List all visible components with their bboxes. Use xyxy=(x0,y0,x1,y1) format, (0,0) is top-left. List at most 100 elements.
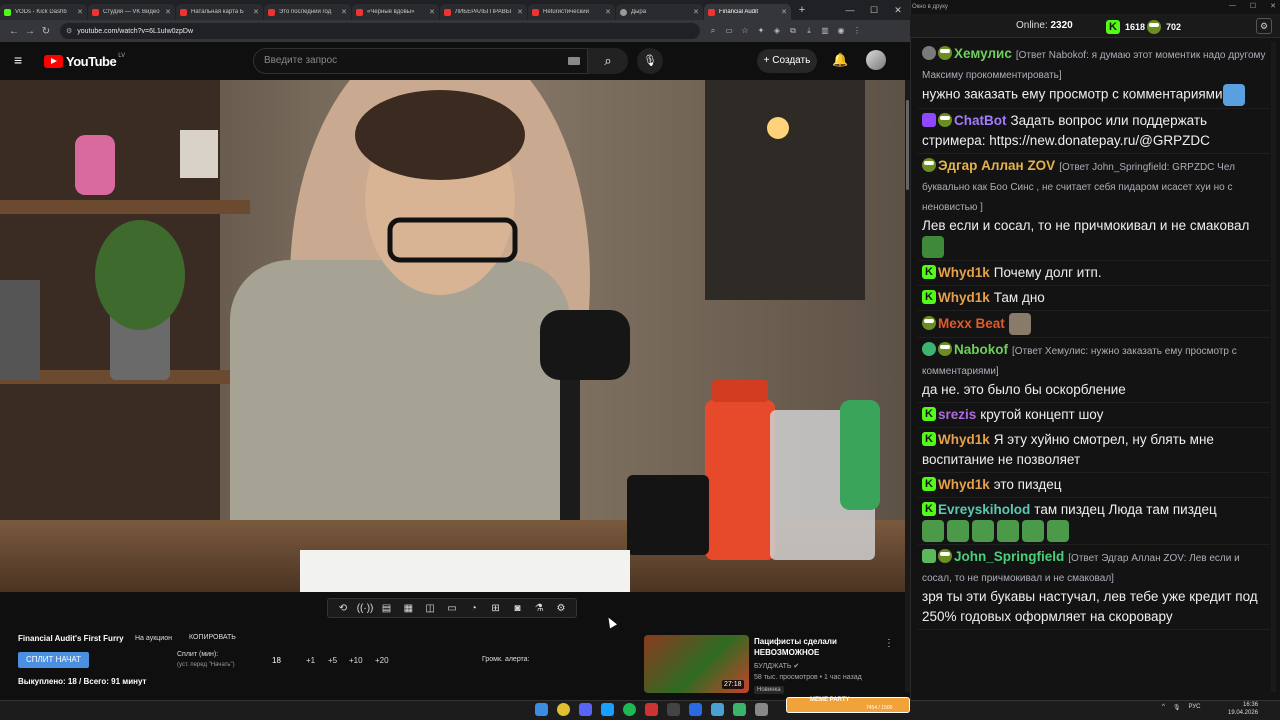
obs-icon[interactable] xyxy=(645,703,658,716)
keyboard-icon[interactable] xyxy=(568,57,580,65)
copy-button[interactable]: КОПИРОВАТЬ xyxy=(189,634,236,641)
search-input[interactable]: Введите запрос xyxy=(253,48,588,74)
forward-button[interactable]: → xyxy=(22,26,38,37)
search-button[interactable]: ⌕ xyxy=(588,48,628,74)
profile-icon[interactable]: ◉ xyxy=(836,26,846,36)
increment-button[interactable]: +10 xyxy=(349,656,363,665)
speed-icon[interactable]: ◔ xyxy=(466,603,482,614)
spotify-icon[interactable] xyxy=(623,703,636,716)
chat-username[interactable]: Evreyskiholod xyxy=(938,502,1030,517)
language-indicator[interactable]: РУС xyxy=(1188,704,1200,711)
chat-username[interactable]: srezis xyxy=(938,407,976,422)
close-tab-icon[interactable]: ✕ xyxy=(341,8,347,16)
close-tab-icon[interactable]: ✕ xyxy=(517,8,523,16)
start-icon[interactable] xyxy=(535,703,548,716)
chat-settings-button[interactable]: ⚙ xyxy=(1256,18,1272,34)
close-tab-icon[interactable]: ✕ xyxy=(429,8,435,16)
extension-icon[interactable]: ◈ xyxy=(772,26,782,36)
new-tab-button[interactable]: + xyxy=(795,3,809,17)
video-player[interactable]: FINANCIAL AUDIT xyxy=(0,80,905,592)
back-button[interactable]: ← xyxy=(6,26,22,37)
split-view-icon[interactable]: ▥ xyxy=(820,26,830,36)
minimize-button[interactable]: — xyxy=(838,0,862,20)
browser-tab[interactable]: Студия — VK Видео ✕ xyxy=(88,4,175,20)
browser-tab[interactable]: Неturистический ✕ xyxy=(528,4,615,20)
url-input[interactable]: ⚙ youtube.com/watch?v=6L1uIw0zpDw xyxy=(60,23,700,39)
increment-button[interactable]: +1 xyxy=(306,656,315,665)
chat-username[interactable]: Mexx Beat xyxy=(938,316,1005,331)
close-tab-icon[interactable]: ✕ xyxy=(781,8,787,16)
chat-username[interactable]: Whyd1k xyxy=(938,477,990,492)
clip-icon[interactable]: ▦ xyxy=(400,603,416,614)
mic-icon[interactable]: 🎙 xyxy=(1173,704,1181,711)
close-tab-icon[interactable]: ✕ xyxy=(165,8,171,16)
screenshot-add-icon[interactable]: ⊞ xyxy=(488,603,504,614)
split-start-button[interactable]: СПЛИТ НАЧАТ xyxy=(18,652,89,668)
maximize-button[interactable]: ☐ xyxy=(1250,2,1256,10)
chrome-icon[interactable] xyxy=(557,703,570,716)
cinema-icon[interactable]: ▭ xyxy=(444,603,460,614)
puzzle-icon[interactable]: ⧉ xyxy=(788,26,798,36)
audio-icon[interactable]: ((·)) xyxy=(357,603,374,614)
loop-icon[interactable]: ⟲ xyxy=(335,603,351,614)
app-icon[interactable] xyxy=(733,703,746,716)
pip-icon[interactable]: ◫ xyxy=(422,603,438,614)
app-icon[interactable] xyxy=(755,703,768,716)
site-info-icon[interactable]: ⚙ xyxy=(66,27,72,35)
maximize-button[interactable]: ☐ xyxy=(862,0,886,20)
gear-icon[interactable]: ⚙ xyxy=(553,603,569,614)
page-scrollbar-thumb[interactable] xyxy=(906,100,909,190)
browser-tab[interactable]: Дыра ✕ xyxy=(616,4,703,20)
minimize-button[interactable]: — xyxy=(1229,2,1236,10)
clock[interactable]: 16:36 19.04.2026 xyxy=(1228,701,1258,717)
youtube-logo[interactable]: YouTube LV xyxy=(44,53,125,69)
close-tab-icon[interactable]: ✕ xyxy=(605,8,611,16)
browser-menu-icon[interactable]: ⋮ xyxy=(852,26,862,36)
browser-tab[interactable]: VODs - Kick Dashb ✕ xyxy=(0,4,87,20)
chat-username[interactable]: Nabokof xyxy=(954,342,1008,357)
chat-username[interactable]: Whyd1k xyxy=(938,265,990,280)
bookmark-star-icon[interactable]: ☆ xyxy=(740,26,750,36)
recommendation-title[interactable]: Пацифисты сделали НЕВОЗМОЖНОЕ xyxy=(754,636,869,658)
increment-button[interactable]: +5 xyxy=(328,656,337,665)
telegram-icon[interactable] xyxy=(601,703,614,716)
chat-username[interactable]: ChatBot xyxy=(954,113,1007,128)
app-icon[interactable] xyxy=(667,703,680,716)
voice-search-button[interactable]: 🎙 xyxy=(637,48,663,74)
chat-username[interactable]: Whyd1k xyxy=(938,432,990,447)
close-window-button[interactable]: ✕ xyxy=(886,0,910,20)
lab-icon[interactable]: ⚗ xyxy=(531,603,547,614)
browser-tab[interactable]: Натальная карта Б ✕ xyxy=(176,4,263,20)
stats-icon[interactable]: ▤ xyxy=(379,603,395,614)
browser-tab[interactable]: Financial Audit ✕ xyxy=(704,4,791,20)
extension-icon[interactable]: ✦ xyxy=(756,26,766,36)
chevron-up-icon[interactable]: ^ xyxy=(1162,704,1165,711)
more-options-icon[interactable]: ⋮ xyxy=(884,638,894,649)
cast-icon[interactable]: ▭ xyxy=(724,26,734,36)
app-icon[interactable] xyxy=(689,703,702,716)
browser-tab[interactable]: Это последний год ✕ xyxy=(264,4,351,20)
chat-username[interactable]: John_Springfield xyxy=(954,549,1064,564)
notifications-bell-icon[interactable]: 🔔 xyxy=(832,52,848,68)
close-tab-icon[interactable]: ✕ xyxy=(77,8,83,16)
camera-icon[interactable]: ◙ xyxy=(509,603,525,614)
chat-username[interactable]: Эдгар Аллан ZOV xyxy=(938,158,1055,173)
increment-button[interactable]: +20 xyxy=(375,656,389,665)
discord-icon[interactable] xyxy=(579,703,592,716)
chat-username[interactable]: Whyd1k xyxy=(938,290,990,305)
reload-button[interactable]: ↻ xyxy=(38,26,54,37)
browser-tab[interactable]: ЛИБЕРАЛЫ ПРАВЫ ✕ xyxy=(440,4,527,20)
recommendation-channel[interactable]: БУЛДЖАТЬ ✔ xyxy=(754,662,799,670)
app-icon[interactable] xyxy=(711,703,724,716)
menu-icon[interactable]: ≡ xyxy=(14,53,28,67)
create-button[interactable]: + Создать xyxy=(757,49,817,73)
account-avatar[interactable] xyxy=(866,50,886,70)
browser-tab[interactable]: «Черные вдовы» ✕ xyxy=(352,4,439,20)
close-tab-icon[interactable]: ✕ xyxy=(253,8,259,16)
close-tab-icon[interactable]: ✕ xyxy=(693,8,699,16)
zoom-icon[interactable]: ⌕ xyxy=(708,26,718,36)
chat-scrollbar[interactable] xyxy=(1271,42,1276,692)
close-window-button[interactable]: ✕ xyxy=(1270,2,1276,10)
chat-username[interactable]: Хемулис xyxy=(954,46,1012,61)
chat-message-list[interactable]: Хемулис [Ответ Nabokof: я думаю этот моме… xyxy=(918,42,1270,692)
